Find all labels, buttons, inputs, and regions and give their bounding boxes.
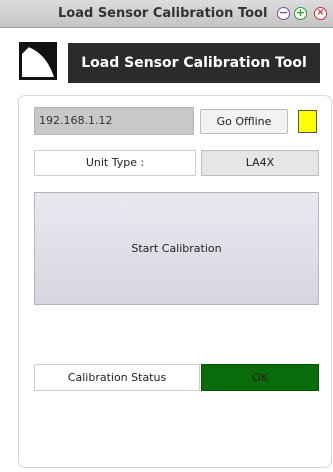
go-offline-button[interactable]: Go Offline bbox=[200, 109, 288, 134]
ip-address-field[interactable]: 192.168.1.12 bbox=[34, 107, 194, 135]
app-header-title: Load Sensor Calibration Tool bbox=[81, 55, 307, 71]
title-bar: Load Sensor Calibration Tool − + × bbox=[0, 0, 333, 28]
unit-type-value: LA4X bbox=[201, 150, 319, 176]
minimize-icon[interactable]: − bbox=[277, 7, 290, 20]
close-icon[interactable]: × bbox=[314, 7, 327, 20]
calibration-status-value: OK bbox=[201, 364, 319, 391]
unit-type-label: Unit Type : bbox=[34, 150, 196, 176]
calibration-status-label: Calibration Status bbox=[34, 364, 200, 391]
connection-status-indicator bbox=[298, 110, 317, 133]
start-calibration-button[interactable]: Start Calibration bbox=[34, 192, 319, 305]
maximize-icon[interactable]: + bbox=[294, 7, 307, 20]
corner-curve-logo-icon bbox=[22, 45, 54, 77]
logo-icon bbox=[19, 42, 57, 80]
window-title: Load Sensor Calibration Tool bbox=[58, 6, 268, 21]
app-header: Load Sensor Calibration Tool bbox=[68, 43, 320, 83]
